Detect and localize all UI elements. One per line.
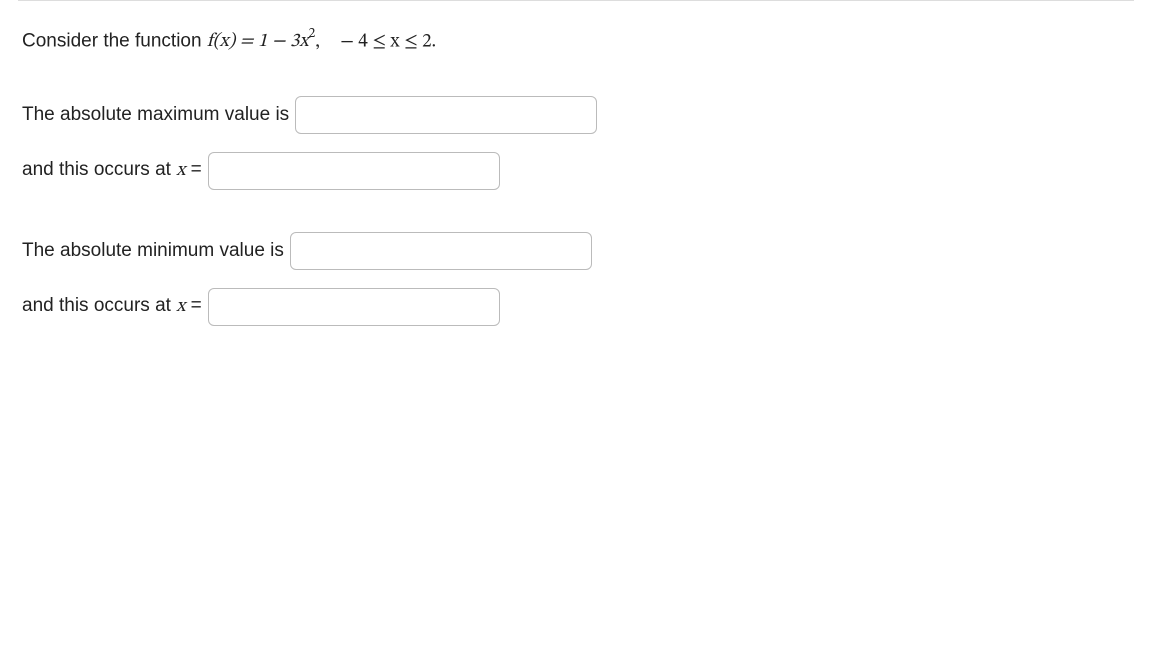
min-value-label: The absolute minimum value is xyxy=(22,240,284,262)
max-at-input[interactable] xyxy=(208,152,500,190)
max-value-input[interactable] xyxy=(295,96,597,134)
max-value-label: The absolute maximum value is xyxy=(22,104,289,126)
min-at-input[interactable] xyxy=(208,288,500,326)
min-occurs-label: and this occurs at x = xyxy=(22,295,202,319)
max-occurs-label: and this occurs at x = xyxy=(22,159,202,183)
problem-prefix: Consider the function xyxy=(22,30,207,51)
comma: , xyxy=(315,32,320,51)
problem-statement: Consider the function f(x) = 1 − 3x2, − … xyxy=(0,1,1152,54)
domain-interval: − 4 ≤ x ≤ 2. xyxy=(336,32,436,51)
min-value-input[interactable] xyxy=(290,232,592,270)
function-definition: f(x) = 1 − 3x2 xyxy=(207,32,315,51)
